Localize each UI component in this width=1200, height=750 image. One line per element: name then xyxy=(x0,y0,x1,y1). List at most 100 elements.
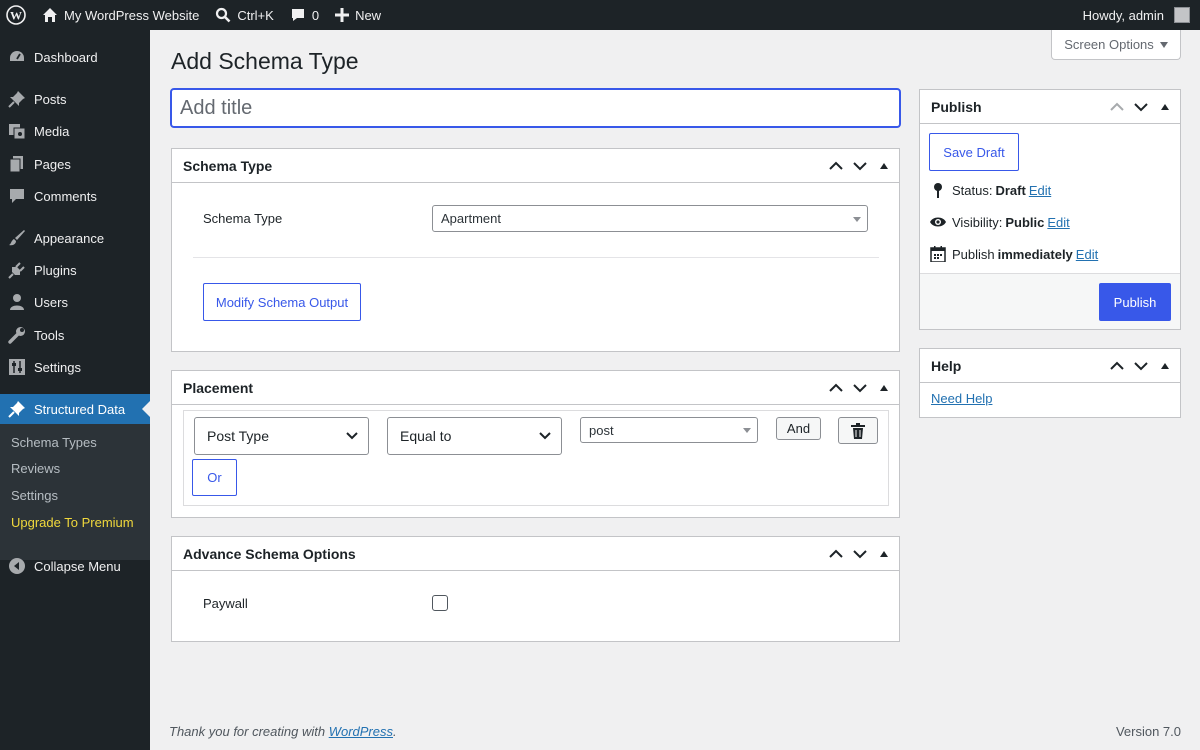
submenu-schema-types[interactable]: Schema Types xyxy=(11,435,97,450)
or-button[interactable]: Or xyxy=(192,459,237,496)
publish-button[interactable]: Publish xyxy=(1099,283,1171,321)
toggle-panel-icon[interactable] xyxy=(1156,98,1174,116)
modify-schema-output-button[interactable]: Modify Schema Output xyxy=(203,283,361,321)
sidebar-item-media[interactable]: Media xyxy=(0,116,150,146)
screen-options-button[interactable]: Screen Options xyxy=(1051,30,1181,60)
advance-box-title: Advance Schema Options xyxy=(183,545,356,562)
advance-box-header: Advance Schema Options xyxy=(172,537,899,571)
comments-icon xyxy=(8,187,26,205)
chevron-down-icon xyxy=(346,432,358,440)
footer-thanks-suffix: . xyxy=(393,724,397,739)
schema-type-label: Schema Type xyxy=(203,211,283,226)
sidebar-item-label: Dashboard xyxy=(34,49,98,65)
publish-actions: Publish xyxy=(920,273,1180,329)
sidebar-item-label: Media xyxy=(34,123,70,139)
toggle-panel-icon[interactable] xyxy=(875,545,893,563)
site-name-link[interactable]: My WordPress Website xyxy=(34,0,207,30)
move-down-icon[interactable] xyxy=(851,379,869,397)
toggle-panel-icon[interactable] xyxy=(875,379,893,397)
help-box-title: Help xyxy=(931,357,962,374)
sidebar-item-users[interactable]: Users xyxy=(0,287,150,317)
sidebar-item-dashboard[interactable]: Dashboard xyxy=(0,42,150,72)
comment-count: 0 xyxy=(311,7,320,23)
edit-visibility-link[interactable]: Edit xyxy=(1047,215,1069,230)
publish-box-title: Publish xyxy=(931,98,982,115)
and-button[interactable]: And xyxy=(776,417,821,440)
sidebar-item-posts[interactable]: Posts xyxy=(0,84,150,114)
pin-icon xyxy=(8,400,26,418)
delete-rule-button[interactable] xyxy=(838,417,878,444)
toggle-panel-icon[interactable] xyxy=(875,157,893,175)
sidebar-item-comments[interactable]: Comments xyxy=(0,181,150,211)
status-row: Status: Draft Edit xyxy=(930,182,1051,198)
paywall-checkbox[interactable] xyxy=(432,595,448,611)
plus-icon xyxy=(335,8,350,22)
move-down-icon[interactable] xyxy=(1132,357,1150,375)
my-account-menu[interactable]: Howdy, admin xyxy=(1075,0,1200,30)
admin-sidebar: Dashboard Posts Media Pages Comments App… xyxy=(0,30,150,750)
submenu-upgrade-premium[interactable]: Upgrade To Premium xyxy=(11,515,134,530)
move-up-icon[interactable] xyxy=(1108,357,1126,375)
operator-select[interactable]: Equal to xyxy=(387,417,562,455)
chevron-down-icon xyxy=(539,432,551,440)
comment-bubble-icon xyxy=(291,9,304,21)
command-palette-button[interactable]: Ctrl+K xyxy=(207,0,281,30)
status-label: Status: xyxy=(952,182,993,198)
move-down-icon[interactable] xyxy=(851,157,869,175)
sidebar-item-structured-data[interactable]: Structured Data xyxy=(0,394,150,424)
visibility-label: Visibility: xyxy=(952,214,1003,230)
save-draft-button[interactable]: Save Draft xyxy=(929,133,1019,171)
move-up-icon[interactable] xyxy=(827,157,845,175)
svg-text:W: W xyxy=(10,9,22,23)
sidebar-item-tools[interactable]: Tools xyxy=(0,320,150,350)
structured-data-submenu: Schema Types Reviews Settings Upgrade To… xyxy=(0,424,150,560)
sidebar-item-label: Comments xyxy=(34,188,97,204)
admin-bar: W My WordPress Website Ctrl+K 0 New Howd… xyxy=(0,0,1200,30)
edit-publish-date-link[interactable]: Edit xyxy=(1076,247,1098,262)
toggle-panel-icon[interactable] xyxy=(1156,357,1174,375)
sidebar-item-plugins[interactable]: Plugins xyxy=(0,255,150,285)
footer-thankyou: Thank you for creating with WordPress. xyxy=(169,724,397,739)
sidebar-item-label: Plugins xyxy=(34,262,77,278)
divider xyxy=(193,257,879,258)
greeting: Howdy, admin xyxy=(1082,7,1164,23)
help-box: Help Need Help xyxy=(919,348,1181,418)
move-up-icon[interactable] xyxy=(827,545,845,563)
move-down-icon[interactable] xyxy=(851,545,869,563)
collapse-menu-button[interactable]: Collapse Menu xyxy=(0,551,150,581)
sidebar-item-label: Users xyxy=(34,294,68,310)
need-help-link[interactable]: Need Help xyxy=(931,391,992,406)
submenu-reviews[interactable]: Reviews xyxy=(11,461,60,476)
dashboard-icon xyxy=(8,48,26,66)
schema-type-box-title: Schema Type xyxy=(183,157,273,174)
paywall-label: Paywall xyxy=(203,596,248,611)
move-up-icon[interactable] xyxy=(1108,98,1126,116)
trash-icon xyxy=(851,422,865,439)
wordpress-link[interactable]: WordPress xyxy=(329,724,393,739)
sidebar-item-settings[interactable]: Settings xyxy=(0,352,150,382)
advance-schema-options-box: Advance Schema Options Paywall xyxy=(171,536,900,642)
edit-status-link[interactable]: Edit xyxy=(1029,183,1051,198)
comments-link[interactable]: 0 xyxy=(282,0,327,30)
status-value: Draft xyxy=(995,182,1026,198)
eye-icon xyxy=(930,214,946,230)
wordpress-logo-button[interactable]: W xyxy=(0,0,34,30)
value-select[interactable]: post xyxy=(580,417,758,443)
sidebar-item-appearance[interactable]: Appearance xyxy=(0,223,150,253)
submenu-settings[interactable]: Settings xyxy=(11,488,58,503)
visibility-value: Public xyxy=(1005,214,1045,230)
move-down-icon[interactable] xyxy=(1132,98,1150,116)
post-title-input[interactable] xyxy=(170,88,901,128)
help-box-header: Help xyxy=(920,349,1180,383)
move-up-icon[interactable] xyxy=(827,379,845,397)
schema-type-select[interactable]: Apartment xyxy=(432,205,868,232)
value-selected: post xyxy=(589,422,614,438)
sidebar-item-pages[interactable]: Pages xyxy=(0,149,150,179)
schema-type-box-header: Schema Type xyxy=(172,149,899,183)
dropdown-arrow-icon xyxy=(853,216,861,222)
search-icon xyxy=(216,7,231,23)
new-content-button[interactable]: New xyxy=(327,0,389,30)
new-label: New xyxy=(355,7,382,23)
brush-icon xyxy=(8,229,26,247)
post-type-select[interactable]: Post Type xyxy=(194,417,369,455)
